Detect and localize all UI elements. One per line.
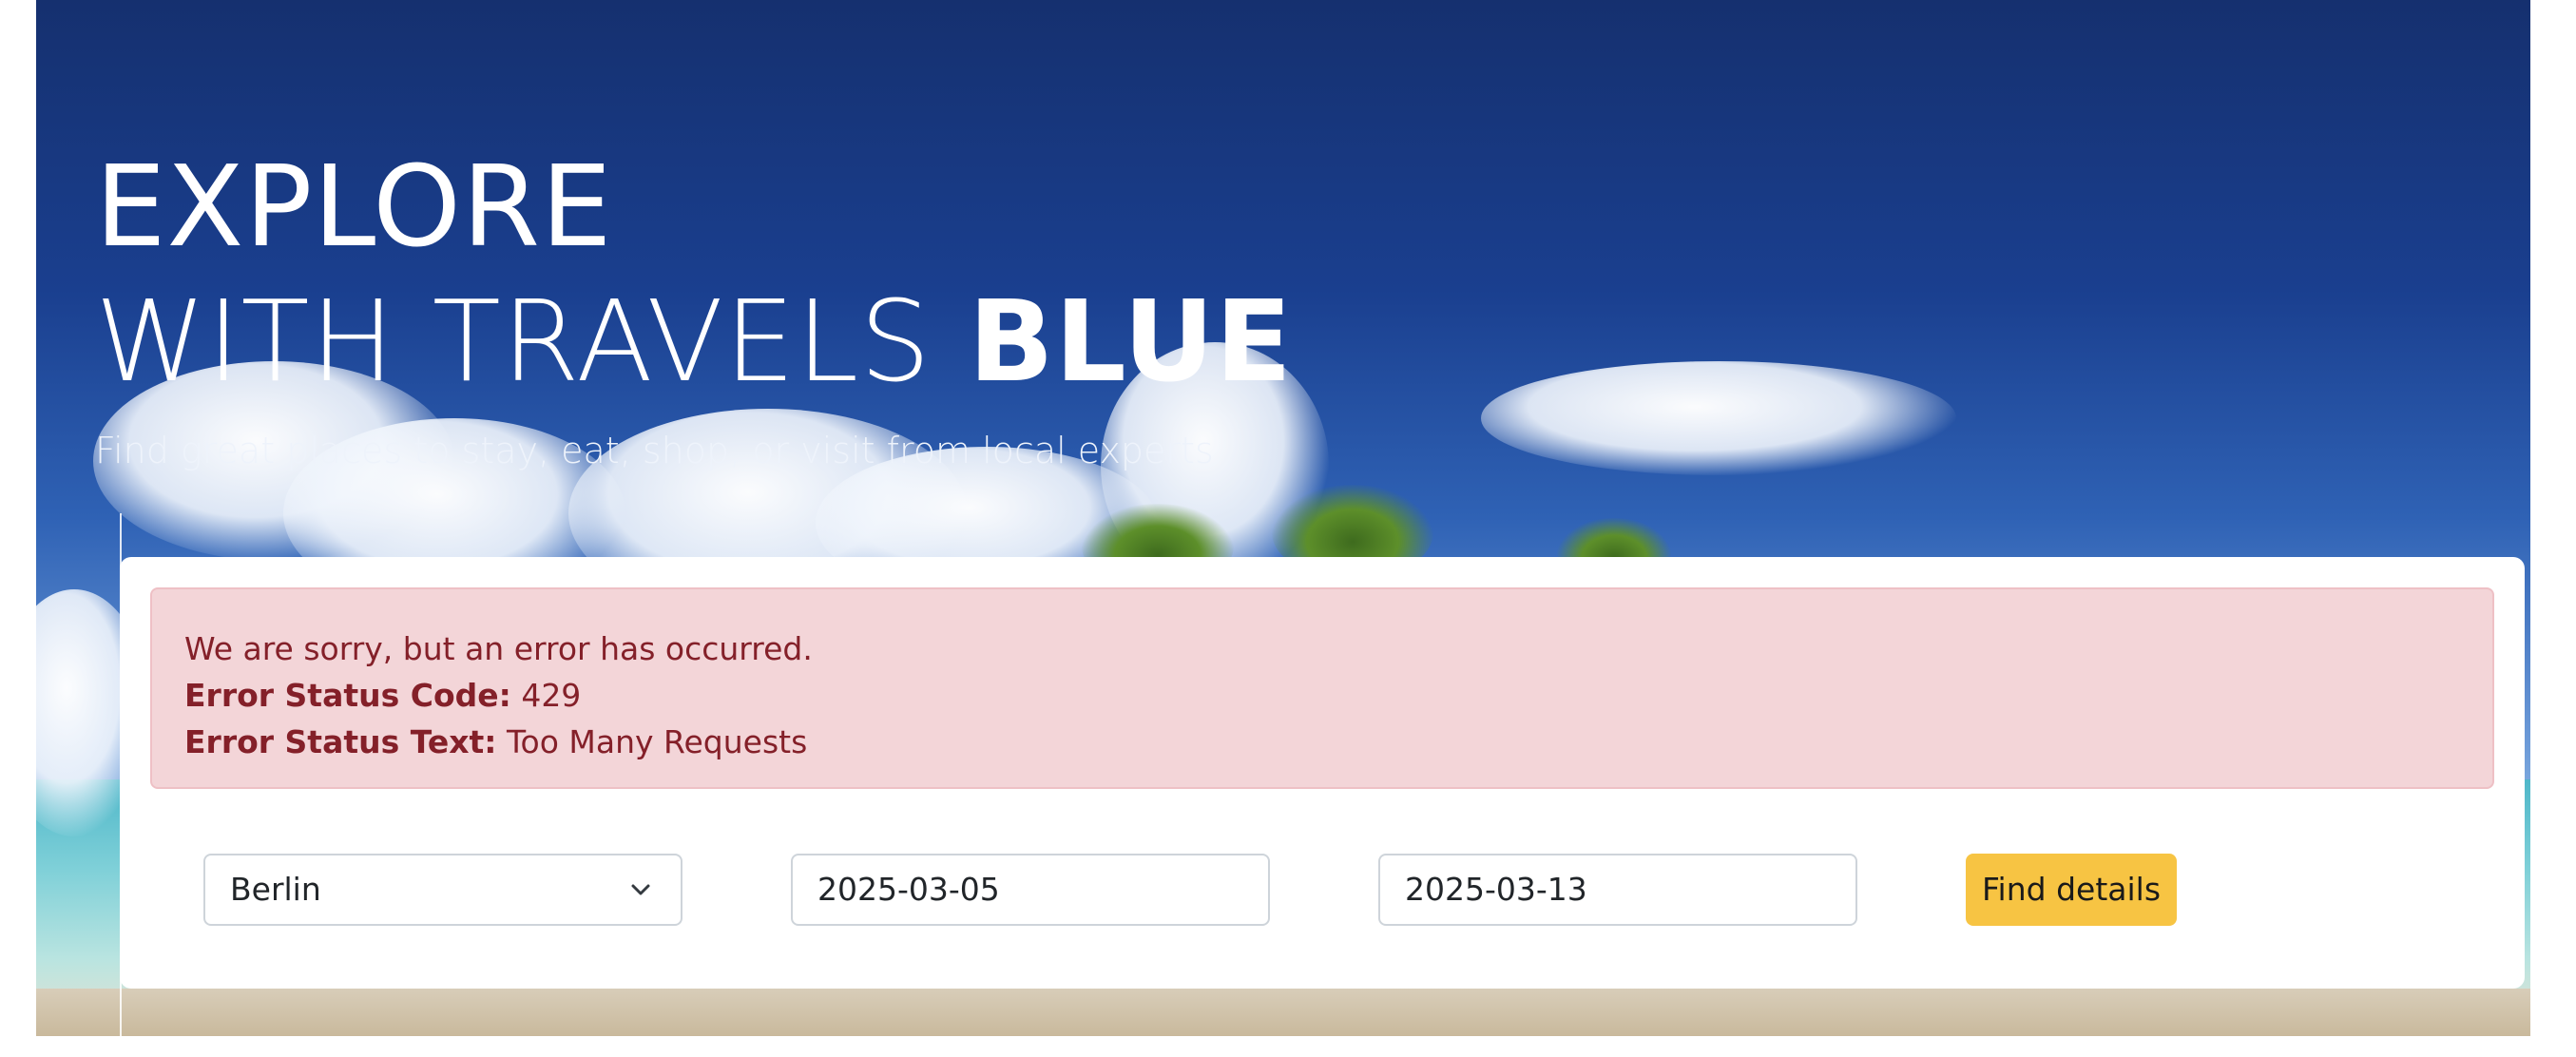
error-alert: We are sorry, but an error has occurred.… [150, 587, 2494, 789]
hero-banner: EXPLORE WITH TRAVELS BLUE Find great pla… [36, 0, 2530, 1036]
error-status-code-label: Error Status Code: [184, 677, 511, 714]
error-status-text-label: Error Status Text: [184, 723, 497, 760]
start-date-input[interactable]: 2025-03-05 [791, 854, 1270, 926]
hero-subtitle: Find great places to stay, eat, shop, or… [95, 430, 1214, 471]
cloud-decoration [1481, 361, 1956, 475]
find-details-button[interactable]: Find details [1966, 854, 2177, 926]
error-status-code-value: 429 [510, 677, 582, 714]
sand-background [36, 989, 2530, 1036]
hero-title-line1: EXPLORE [95, 141, 613, 272]
error-status-text: Error Status Text: Too Many Requests [184, 719, 2460, 765]
hero-title-line2: WITH TRAVELS BLUE [95, 276, 1293, 407]
error-status-text-value: Too Many Requests [496, 723, 808, 760]
search-card: We are sorry, but an error has occurred.… [120, 557, 2525, 989]
hero-title-brand: BLUE [968, 276, 1294, 407]
error-status-code: Error Status Code: 429 [184, 672, 2460, 719]
end-date-input[interactable]: 2025-03-13 [1378, 854, 1857, 926]
city-select[interactable]: Berlin [203, 854, 682, 926]
city-select-value: Berlin [230, 871, 321, 908]
hero-title-light: WITH TRAVELS [95, 276, 969, 407]
error-message: We are sorry, but an error has occurred. [184, 630, 813, 667]
chevron-down-icon [631, 884, 650, 895]
